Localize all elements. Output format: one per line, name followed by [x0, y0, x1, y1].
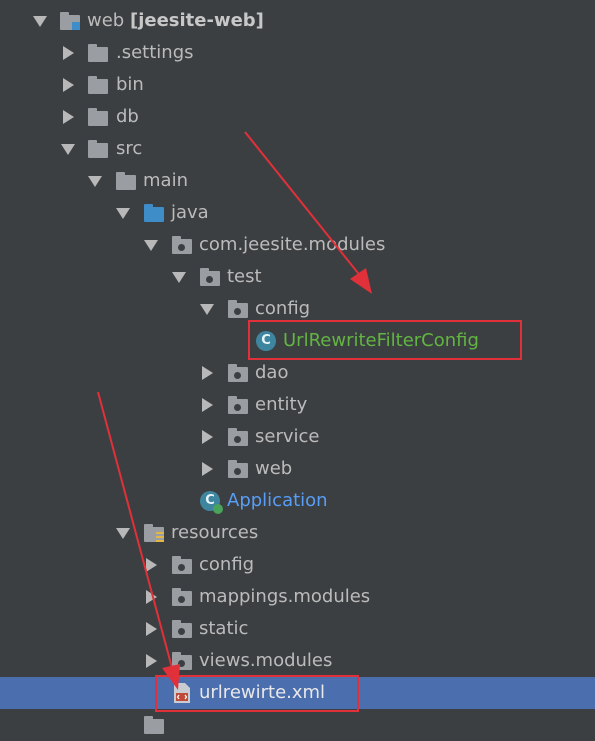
annotation-arrow-top	[244, 131, 372, 294]
annotation-arrow-bottom	[97, 391, 180, 690]
annotation-arrows	[97, 131, 372, 690]
